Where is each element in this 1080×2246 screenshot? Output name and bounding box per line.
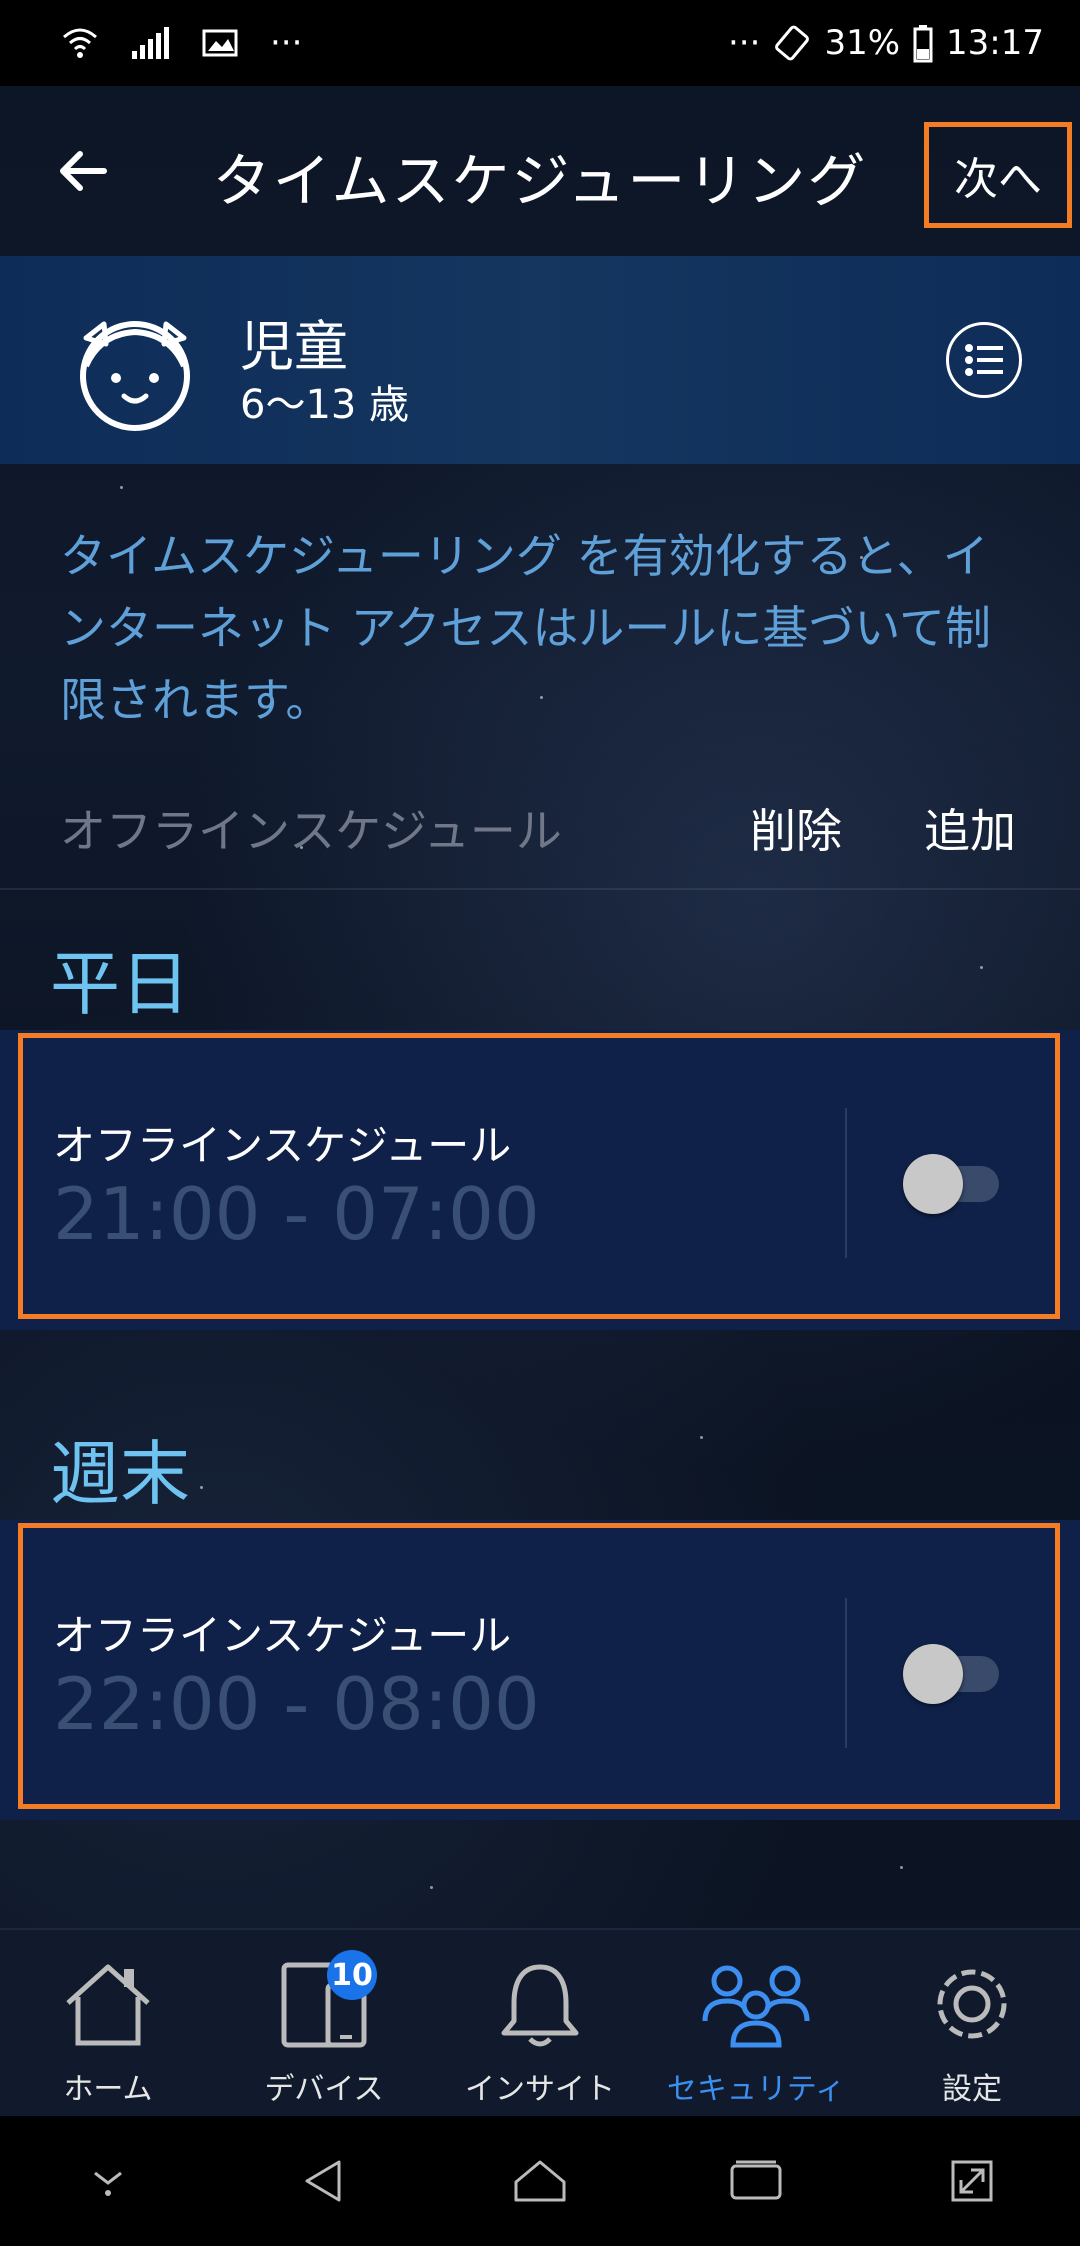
sys-recents-button[interactable] xyxy=(716,2141,796,2221)
bottom-navigation: ホーム 10 デバイス インサイト セキュリティ 設定 xyxy=(0,1928,1080,2116)
schedule-description: タイムスケジューリング を有効化すると、インターネット アクセスはルールに基づい… xyxy=(60,529,991,727)
schedule-card-time: 22:00 - 08:00 xyxy=(53,1662,540,1746)
hide-nav-button[interactable] xyxy=(68,2141,148,2221)
add-button[interactable]: 追加 xyxy=(924,795,1016,861)
house-outline-icon xyxy=(514,2160,566,2202)
page-title: タイムスケジューリング xyxy=(212,147,868,215)
profile-age: 6〜13 歳 xyxy=(240,382,410,428)
nav-label: 設定 xyxy=(942,2072,1002,2107)
home-icon xyxy=(53,1954,163,2054)
triangle-back-icon xyxy=(305,2160,341,2202)
profile-header: 児童 6〜13 歳 xyxy=(0,256,1080,464)
image-icon xyxy=(200,23,240,63)
section-title-weekend: 週末 xyxy=(50,1433,190,1515)
sys-back-button[interactable] xyxy=(284,2141,364,2221)
section-title-weekday: 平日 xyxy=(50,943,190,1025)
system-navigation xyxy=(0,2116,1080,2246)
nav-item-home[interactable]: ホーム xyxy=(0,1930,216,2116)
sys-resize-button[interactable] xyxy=(932,2141,1012,2221)
schedule-card-weekday[interactable]: オフラインスケジュール 21:00 - 07:00 xyxy=(18,1033,1060,1319)
bell-icon xyxy=(485,1954,595,2054)
toggle-knob xyxy=(903,1154,963,1214)
nav-label: デバイス xyxy=(264,2072,384,2107)
schedule-toggle-weekday[interactable] xyxy=(903,1154,1003,1214)
resize-icon xyxy=(951,2160,993,2202)
delete-button[interactable]: 削除 xyxy=(750,795,842,861)
nav-item-insight[interactable]: インサイト xyxy=(432,1930,648,2116)
family-icon xyxy=(701,1954,811,2054)
nav-label: インサイト xyxy=(465,2072,615,2107)
wifi-icon xyxy=(60,23,100,63)
status-overflow-right: ··· xyxy=(728,23,761,63)
status-time: 13:17 xyxy=(946,23,1044,63)
battery-percent: 31% xyxy=(824,23,901,63)
battery-icon xyxy=(912,23,934,63)
gear-icon xyxy=(917,1954,1027,2054)
signal-icon xyxy=(130,23,170,63)
card-separator xyxy=(845,1108,847,1258)
toggle-knob xyxy=(903,1644,963,1704)
schedule-card-label: オフラインスケジュール xyxy=(53,1611,512,1660)
card-separator xyxy=(845,1598,847,1748)
next-button[interactable]: 次へ xyxy=(924,122,1072,228)
nav-item-settings[interactable]: 設定 xyxy=(864,1930,1080,2116)
app-bar: タイムスケジューリング 次へ xyxy=(0,86,1080,256)
recents-icon xyxy=(730,2160,782,2200)
child-avatar-icon xyxy=(70,304,200,434)
devices-icon: 10 xyxy=(269,1950,379,2054)
schedule-card-label: オフラインスケジュール xyxy=(53,1121,512,1170)
profile-name: 児童 xyxy=(240,315,348,378)
list-icon xyxy=(965,344,1003,376)
nav-label: ホーム xyxy=(63,2072,153,2107)
devices-badge: 10 xyxy=(327,1950,377,2000)
schedule-header: オフラインスケジュール 削除 追加 xyxy=(60,795,1020,858)
schedule-card-weekend[interactable]: オフラインスケジュール 22:00 - 08:00 xyxy=(18,1523,1060,1809)
nav-item-devices[interactable]: 10 デバイス xyxy=(216,1930,432,2116)
nav-item-security[interactable]: セキュリティ xyxy=(648,1930,864,2116)
schedule-toggle-weekend[interactable] xyxy=(903,1644,1003,1704)
divider xyxy=(0,888,1080,890)
schedule-header-label: オフラインスケジュール xyxy=(60,804,562,858)
rotate-icon xyxy=(772,23,812,63)
status-bar: ··· ··· 31% 13:17 xyxy=(0,0,1080,86)
profile-list-button[interactable] xyxy=(946,322,1022,398)
schedule-card-time: 21:00 - 07:00 xyxy=(53,1172,540,1256)
sys-home-button[interactable] xyxy=(500,2141,580,2221)
nav-label: セキュリティ xyxy=(666,2072,846,2107)
chevron-down-icon xyxy=(94,2171,122,2196)
status-overflow-left: ··· xyxy=(270,23,303,63)
